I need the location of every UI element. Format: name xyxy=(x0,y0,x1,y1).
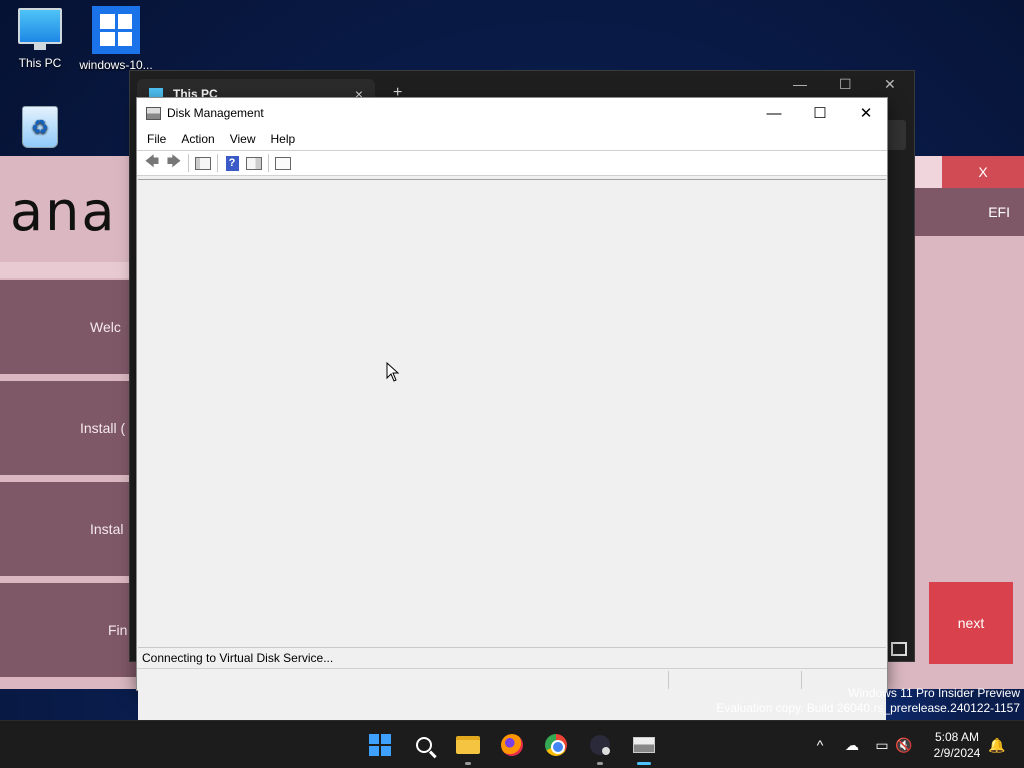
start-button[interactable] xyxy=(364,729,396,761)
disk-management-window: Disk Management — ☐ ✕ File Action View H… xyxy=(136,97,888,745)
file-explorer-icon xyxy=(456,736,480,754)
clock-date: 2/9/2024 xyxy=(933,746,981,760)
taskbar: ^ ☁ ▭ 🔇 5:08 AM 2/9/2024 🔔 xyxy=(0,720,1024,768)
menu-bar: File Action View Help xyxy=(137,128,887,150)
firefox-icon xyxy=(501,734,523,756)
file-explorer-button[interactable] xyxy=(452,729,484,765)
installer-install-2-button[interactable]: Instal xyxy=(0,482,140,576)
disk-management-icon xyxy=(633,737,655,753)
running-indicator xyxy=(465,762,471,765)
toolbar-separator xyxy=(268,154,269,172)
menu-file[interactable]: File xyxy=(147,132,173,146)
show-hide-action-pane-icon[interactable] xyxy=(243,153,265,173)
explorer-minimize-button[interactable]: — xyxy=(793,76,807,92)
maximize-button[interactable]: ☐ xyxy=(797,98,843,128)
installer-stripe xyxy=(0,262,140,278)
installer-next-button[interactable]: next xyxy=(929,582,1013,664)
installer-install-button[interactable]: Install ( xyxy=(0,381,140,475)
watermark-line-1: Windows 11 Pro Insider Preview xyxy=(848,686,1020,700)
recycle-bin-icon: ♻ xyxy=(22,106,58,148)
monitor-icon xyxy=(18,8,62,50)
disk-management-taskbar-button[interactable] xyxy=(628,729,660,765)
show-hide-console-tree-icon[interactable] xyxy=(192,153,214,173)
clock-time: 5:08 AM xyxy=(934,730,980,744)
explorer-close-button[interactable]: ✕ xyxy=(884,76,896,93)
toolbar: 🡄 🡆 ? xyxy=(137,150,887,176)
chrome-button[interactable] xyxy=(540,729,572,761)
network-icon[interactable]: ▭ xyxy=(872,735,892,755)
active-indicator xyxy=(637,762,651,765)
running-indicator xyxy=(597,762,603,765)
app-button[interactable] xyxy=(584,729,616,765)
installer-efi-label: EFI xyxy=(912,188,1024,236)
chrome-icon xyxy=(545,734,567,756)
installer-welcome-button[interactable]: Welc xyxy=(0,280,140,374)
explorer-maximize-button[interactable]: ☐ xyxy=(839,76,852,93)
volume-muted-icon[interactable]: 🔇 xyxy=(894,735,914,755)
installer-close-button[interactable]: X xyxy=(942,156,1024,188)
menu-help[interactable]: Help xyxy=(271,132,303,146)
installer-logo: ana xyxy=(10,180,117,243)
installer-finish-button[interactable]: Fin xyxy=(0,583,140,677)
title-bar: Disk Management — ☐ ✕ xyxy=(137,98,887,128)
minimize-button[interactable]: — xyxy=(751,98,797,128)
details-view-icon[interactable] xyxy=(891,642,907,656)
installer-pink-block xyxy=(912,156,942,188)
chevron-up-icon[interactable]: ^ xyxy=(810,735,830,755)
evaluation-watermark: Windows 11 Pro Insider Preview Evaluatio… xyxy=(716,686,1020,716)
desktop-icon-this-pc[interactable]: This PC xyxy=(0,8,80,70)
menu-action[interactable]: Action xyxy=(181,132,221,146)
search-button[interactable] xyxy=(408,729,440,761)
mouse-cursor-icon xyxy=(386,362,400,382)
window-title: Disk Management xyxy=(167,106,264,120)
clock[interactable]: 5:08 AM 2/9/2024 xyxy=(925,729,989,761)
desktop-icon-recycle-bin[interactable]: ♻ xyxy=(0,106,80,152)
status-message: Connecting to Virtual Disk Service... xyxy=(138,647,886,667)
toolbar-separator xyxy=(188,154,189,172)
firefox-button[interactable] xyxy=(496,729,528,761)
desktop-icon-label: This PC xyxy=(18,56,62,70)
search-icon xyxy=(416,737,432,753)
start-icon xyxy=(369,734,391,756)
onedrive-offline-icon[interactable]: ☁ xyxy=(842,735,862,755)
forward-icon[interactable]: 🡆 xyxy=(163,153,185,173)
help-icon[interactable]: ? xyxy=(221,153,243,173)
back-icon[interactable]: 🡄 xyxy=(141,153,163,173)
desktop-icon-windows-10[interactable]: windows-10... xyxy=(76,6,156,72)
properties-icon[interactable] xyxy=(272,153,294,173)
notification-bell-icon[interactable]: 🔔 xyxy=(987,735,1007,755)
watermark-line-2: Evaluation copy. Build 26040.rs_prerelea… xyxy=(716,701,1020,715)
close-button[interactable]: ✕ xyxy=(843,98,889,128)
system-tray: ^ ☁ ▭ 🔇 xyxy=(810,721,914,768)
disk-management-icon xyxy=(146,106,161,120)
windows-logo-icon xyxy=(92,6,140,54)
app-icon xyxy=(590,735,610,755)
menu-view[interactable]: View xyxy=(230,132,263,146)
toolbar-separator xyxy=(217,154,218,172)
